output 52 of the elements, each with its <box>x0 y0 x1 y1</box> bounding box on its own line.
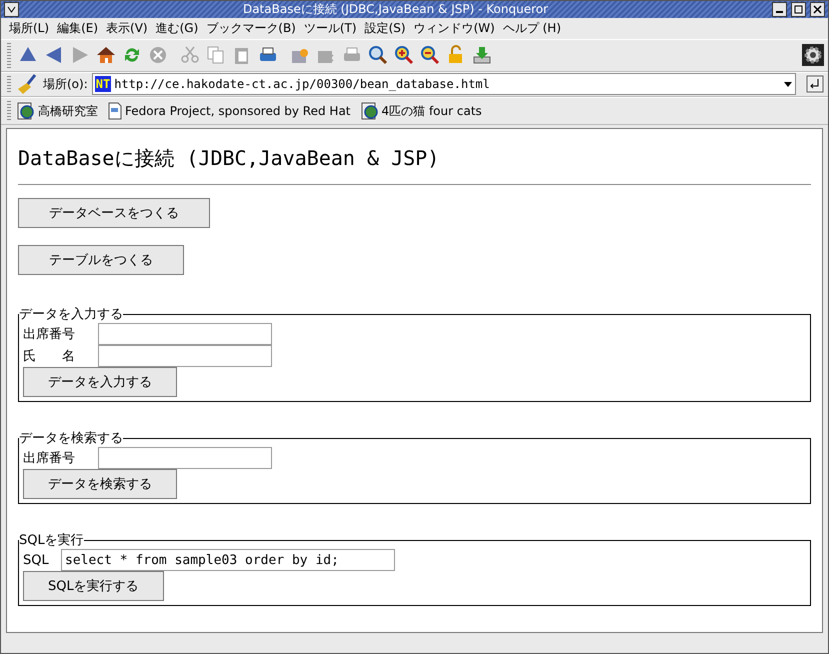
menu-item[interactable]: ブックマーク(B) <box>206 20 296 38</box>
close-icon <box>813 5 822 14</box>
minimize-button[interactable] <box>772 2 787 17</box>
chevron-icon <box>7 6 16 13</box>
window-menu-button[interactable] <box>4 2 19 17</box>
menu-item[interactable]: ツール(T) <box>304 20 357 38</box>
form-legend: データを入力する <box>19 305 123 324</box>
input-field[interactable] <box>98 323 272 346</box>
bookmark-link[interactable]: Fedora Project, sponsored by Red Hat <box>108 102 350 120</box>
input-field[interactable]: select * from sample03 order by id; <box>61 549 395 572</box>
menu-item[interactable]: 進む(G) <box>156 20 198 38</box>
maximize-icon <box>794 5 803 14</box>
field-label: 氏 名 <box>23 348 76 366</box>
zoom-out-icon[interactable] <box>420 45 440 66</box>
input-field[interactable] <box>98 345 272 368</box>
menu-item[interactable]: 編集(E) <box>57 20 98 38</box>
zoom-in-icon[interactable] <box>394 45 414 66</box>
document-icon <box>108 102 122 120</box>
input-field[interactable] <box>98 447 272 470</box>
download-icon[interactable] <box>472 45 492 66</box>
globe-icon <box>17 102 35 120</box>
bookmark-link[interactable]: 4匹の猫 four cats <box>360 102 482 120</box>
menu-item[interactable]: 設定(S) <box>364 20 406 38</box>
close-button[interactable] <box>810 2 825 17</box>
field-label: SQL <box>23 552 50 568</box>
bookmark-link[interactable]: 高橋研究室 <box>17 102 98 120</box>
field-label: 出席番号 <box>23 326 76 344</box>
back-arrow-icon[interactable] <box>44 45 64 66</box>
site-favicon: NT <box>94 76 112 92</box>
form-legend: SQLを実行 <box>19 531 84 550</box>
search-icon[interactable] <box>368 45 388 66</box>
menu-item[interactable]: ヘルプ (H) <box>502 20 561 38</box>
page-heading: DataBaseに接続 (JDBC,JavaBean & JSP) <box>18 145 440 172</box>
url-field[interactable]: NT http://ce.hakodate-ct.ac.jp/00300/bean_database.html <box>92 73 796 96</box>
menu-item[interactable]: 表示(V) <box>106 20 148 38</box>
action-button[interactable]: テーブルをつくる <box>18 245 184 276</box>
submit-button[interactable]: SQLを実行する <box>23 571 164 602</box>
location-label: 場所(o): <box>43 76 88 93</box>
field-label: 出席番号 <box>23 450 76 468</box>
submit-button[interactable]: データを入力する <box>23 367 177 398</box>
maximize-button[interactable] <box>791 2 806 17</box>
menu-item[interactable]: ウィンドウ(W) <box>414 20 495 38</box>
gear-icon <box>802 44 824 66</box>
enter-icon[interactable] <box>806 75 824 94</box>
globe-icon <box>360 102 378 120</box>
menu-item[interactable]: 場所(L) <box>9 20 50 38</box>
action-button[interactable]: データベースをつくる <box>18 198 210 228</box>
window-title: DataBaseに接続 (JDBC,JavaBean & JSP) - Konqueror <box>242 1 550 18</box>
home-icon[interactable] <box>96 45 116 66</box>
submit-button[interactable]: データを検索する <box>23 469 177 500</box>
form-legend: データを検索する <box>19 429 123 448</box>
broom-icon[interactable] <box>17 73 39 96</box>
